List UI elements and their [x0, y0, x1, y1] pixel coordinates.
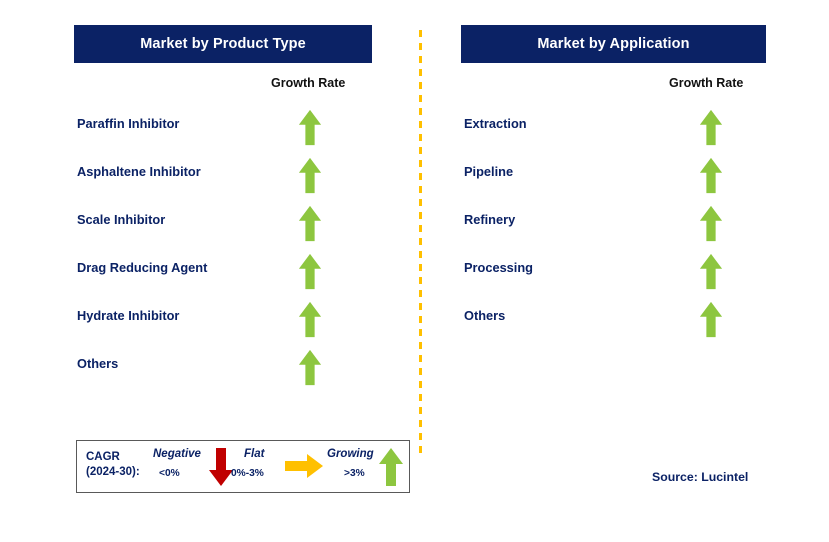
- segment-label: Scale Inhibitor: [77, 212, 166, 227]
- segment-label: Others: [77, 356, 119, 371]
- up-arrow-icon: [696, 253, 726, 290]
- legend-range-growing: >3%: [344, 468, 365, 479]
- segment-label: Extraction: [464, 116, 527, 131]
- legend-cagr-line2: (2024-30):: [86, 466, 140, 478]
- segment-row: Others: [461, 296, 766, 344]
- up-arrow-icon: [696, 301, 726, 338]
- segment-label: Others: [464, 308, 506, 323]
- up-arrow-icon: [295, 301, 325, 338]
- down-arrow-icon: [208, 447, 234, 487]
- segment-label: Drag Reducing Agent: [77, 260, 208, 275]
- segment-label: Refinery: [464, 212, 516, 227]
- dashed-vertical-divider: [419, 30, 422, 455]
- segment-row: Hydrate Inhibitor: [74, 296, 372, 344]
- source-attribution: Source: Lucintel: [652, 470, 749, 484]
- up-arrow-icon: [696, 157, 726, 194]
- up-arrow-icon: [378, 447, 404, 487]
- segment-row: Asphaltene Inhibitor: [74, 152, 372, 200]
- segment-row: Others: [74, 344, 372, 392]
- legend-term-growing: Growing: [327, 448, 374, 460]
- segment-label: Processing: [464, 260, 533, 275]
- segment-row: Paraffin Inhibitor: [74, 104, 372, 152]
- legend-term-flat: Flat: [244, 448, 265, 460]
- legend-cagr-label: CAGR (2024-30):: [86, 450, 140, 480]
- panel-title: Market by Product Type: [140, 36, 306, 52]
- cagr-legend: CAGR (2024-30): Negative <0% Flat 0%-3% …: [76, 440, 410, 493]
- up-arrow-icon: [696, 109, 726, 146]
- up-arrow-icon: [295, 109, 325, 146]
- segment-label: Asphaltene Inhibitor: [77, 164, 201, 179]
- growth-rate-column-label: Growth Rate: [271, 76, 346, 90]
- legend-term-negative: Negative: [153, 448, 201, 460]
- segment-row: Pipeline: [461, 152, 766, 200]
- segment-row: Drag Reducing Agent: [74, 248, 372, 296]
- infographic-canvas: Market by Product Type Growth Rate Paraf…: [0, 0, 829, 542]
- up-arrow-icon: [295, 253, 325, 290]
- legend-range-flat: 0%-3%: [231, 468, 264, 479]
- panel-title: Market by Application: [537, 36, 690, 52]
- legend-range-negative: <0%: [159, 468, 180, 479]
- segment-row: Extraction: [461, 104, 766, 152]
- growth-rate-column-label: Growth Rate: [669, 76, 744, 90]
- panel-market-by-application: Market by Application Growth Rate Extrac…: [461, 0, 766, 542]
- up-arrow-icon: [295, 205, 325, 242]
- panel-header-application: Market by Application: [461, 25, 766, 63]
- segment-row-list-application: Extraction Pipeline Refinery Processing Othe…: [461, 104, 766, 344]
- up-arrow-icon: [295, 157, 325, 194]
- segment-row: Refinery: [461, 200, 766, 248]
- segment-row: Scale Inhibitor: [74, 200, 372, 248]
- panel-header-product-type: Market by Product Type: [74, 25, 372, 63]
- legend-cagr-line1: CAGR: [86, 451, 120, 463]
- segment-row-list-product-type: Paraffin Inhibitor Asphaltene Inhibitor Sc…: [74, 104, 372, 392]
- right-arrow-icon: [284, 452, 324, 480]
- up-arrow-icon: [295, 349, 325, 386]
- segment-label: Paraffin Inhibitor: [77, 116, 180, 131]
- segment-label: Pipeline: [464, 164, 514, 179]
- segment-row: Processing: [461, 248, 766, 296]
- up-arrow-icon: [696, 205, 726, 242]
- segment-label: Hydrate Inhibitor: [77, 308, 180, 323]
